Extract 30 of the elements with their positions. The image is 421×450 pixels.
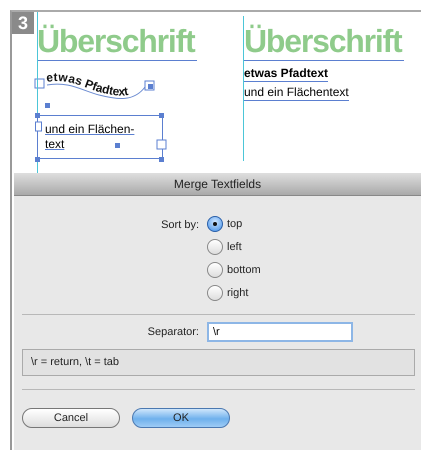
sort-label: Sort by: [160, 218, 199, 233]
radio-label: bottom [227, 264, 261, 276]
area-text-line: text [45, 137, 64, 152]
figure-number: 3 [12, 12, 34, 34]
radio-option[interactable]: top [207, 216, 261, 232]
selection-handle-icon[interactable] [144, 80, 154, 90]
heading-text: Überschrift [244, 22, 404, 61]
radio-button[interactable] [207, 216, 223, 232]
radio-button[interactable] [207, 239, 223, 255]
radio-label: top [227, 218, 242, 230]
radio-label: right [227, 287, 248, 299]
area-text: und ein Flächentext [244, 84, 349, 101]
separator-field[interactable]: \r [207, 322, 353, 342]
radio-button[interactable] [207, 262, 223, 278]
hint-text: \r = return, \t = tab [22, 349, 415, 376]
path-text: etwas Pfadtext [45, 70, 146, 100]
separator-label: Separator: [146, 326, 199, 338]
area-text-line: und ein Flächen- [45, 122, 134, 137]
heading-text: Überschrift [37, 22, 197, 61]
dialog-title: Merge Textfields [14, 173, 421, 196]
selection-handle-icon[interactable] [34, 78, 44, 88]
radio-option[interactable]: bottom [207, 262, 261, 278]
ok-button[interactable]: OK [132, 408, 230, 428]
cancel-button[interactable]: Cancel [22, 408, 120, 428]
radio-option[interactable]: right [207, 285, 261, 301]
radio-option[interactable]: left [207, 239, 261, 255]
selection-handle-icon[interactable] [45, 103, 50, 108]
path-text: etwas Pfadtext [244, 65, 328, 82]
radio-label: left [227, 241, 242, 253]
radio-button[interactable] [207, 285, 223, 301]
